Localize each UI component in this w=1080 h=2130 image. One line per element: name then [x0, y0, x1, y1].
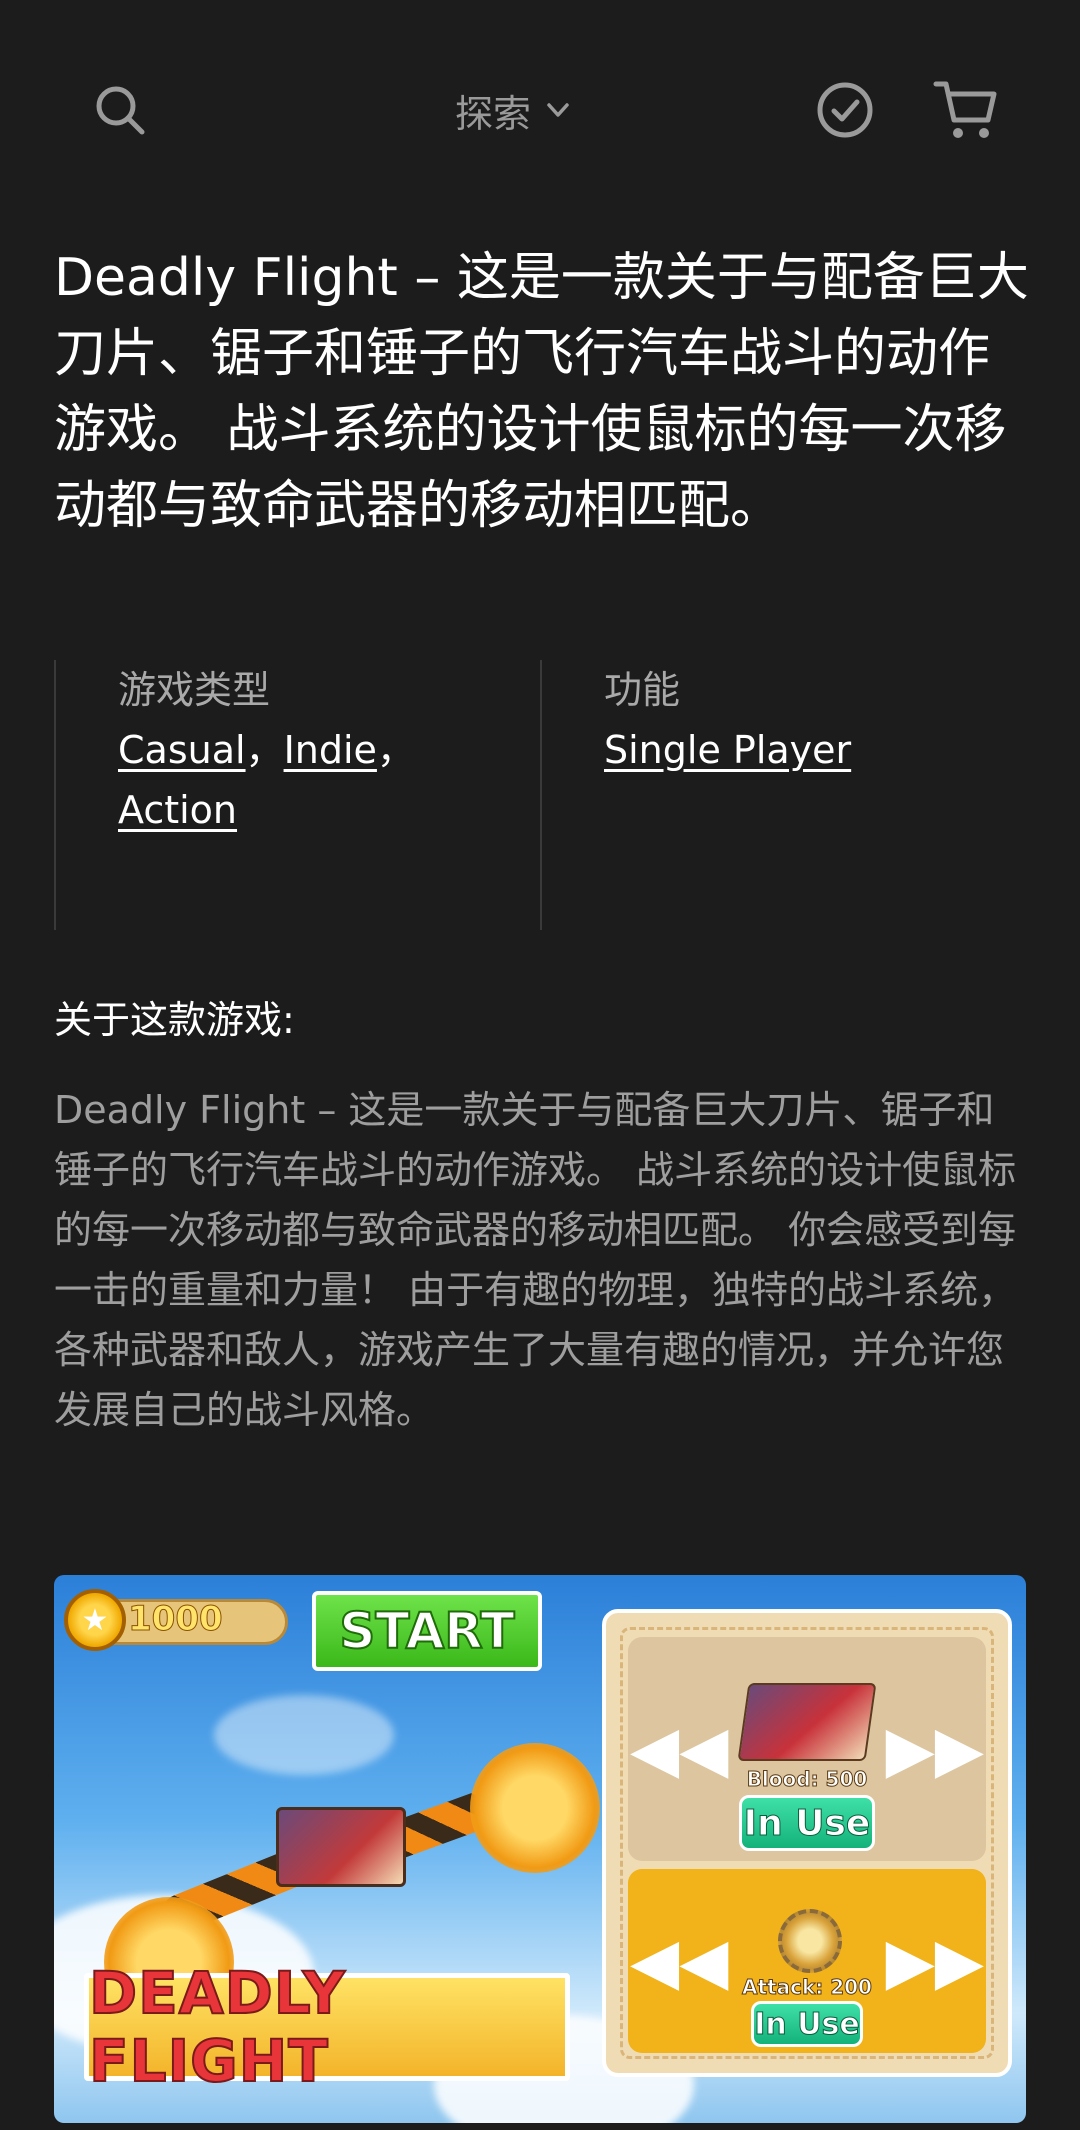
cloud	[214, 1695, 394, 1775]
genre-separator: ，	[245, 728, 284, 772]
car-thumbnail	[737, 1683, 877, 1761]
about-title: 关于这款游戏:	[54, 998, 295, 1042]
chevron-down-icon	[547, 103, 569, 117]
search-icon[interactable]	[90, 80, 150, 140]
game-headline: Deadly Flight – 这是一款关于与配备巨大刀片、锯子和锤子的飞行汽车…	[54, 248, 1029, 536]
features-list: Single Player	[604, 720, 1034, 780]
genres-section: 游戏类型 Casual，Indie， Action	[54, 660, 538, 930]
genre-link-indie[interactable]: Indie	[284, 728, 377, 772]
genre-link-action[interactable]: Action	[118, 788, 237, 832]
saw-blade	[470, 1743, 600, 1873]
explore-label: 探索	[455, 91, 532, 136]
vehicle-slot: ◀◀ ▶▶ Blood: 500 In Use	[628, 1637, 986, 1861]
top-nav: 探索	[0, 0, 1080, 220]
cart-icon[interactable]	[932, 76, 1000, 144]
coin-count: 1000	[128, 1599, 224, 1640]
genres-list: Casual，Indie， Action	[118, 720, 538, 840]
blood-stat: Blood: 500	[746, 1767, 868, 1792]
check-circle-icon[interactable]	[815, 80, 875, 140]
genre-link-casual[interactable]: Casual	[118, 728, 246, 772]
features-section: 功能 Single Player	[540, 660, 1034, 930]
loadout-panel: ◀◀ ▶▶ Blood: 500 In Use ◀◀ ▶▶ Attack: 20…	[602, 1609, 1012, 2077]
flying-car	[276, 1807, 406, 1887]
about-description: Deadly Flight – 这是一款关于与配备巨大刀片、锯子和锤子的飞行汽车…	[54, 1088, 1017, 1432]
explore-dropdown[interactable]: 探索	[455, 82, 575, 138]
features-title: 功能	[604, 668, 681, 712]
in-use-badge: In Use	[751, 2001, 863, 2047]
in-use-badge: In Use	[739, 1795, 875, 1851]
attack-stat: Attack: 200	[742, 1975, 873, 2000]
weapon-slot: ◀◀ ▶▶ Attack: 200 In Use	[628, 1869, 986, 2053]
coin-icon: ★	[64, 1589, 126, 1651]
genres-title: 游戏类型	[118, 668, 271, 712]
game-meta: 游戏类型 Casual，Indie， Action 功能 Single Play…	[54, 660, 1034, 930]
start-button: START	[312, 1591, 542, 1671]
gear-thumbnail	[778, 1909, 842, 1973]
genre-separator: ，	[376, 728, 415, 772]
game-screenshot[interactable]: ★ 1000 START DEADLY FLIGHT ◀◀ ▶▶ Blood: …	[54, 1575, 1026, 2123]
game-logo: DEADLY FLIGHT	[84, 1958, 570, 2096]
feature-link-single-player[interactable]: Single Player	[604, 728, 851, 772]
